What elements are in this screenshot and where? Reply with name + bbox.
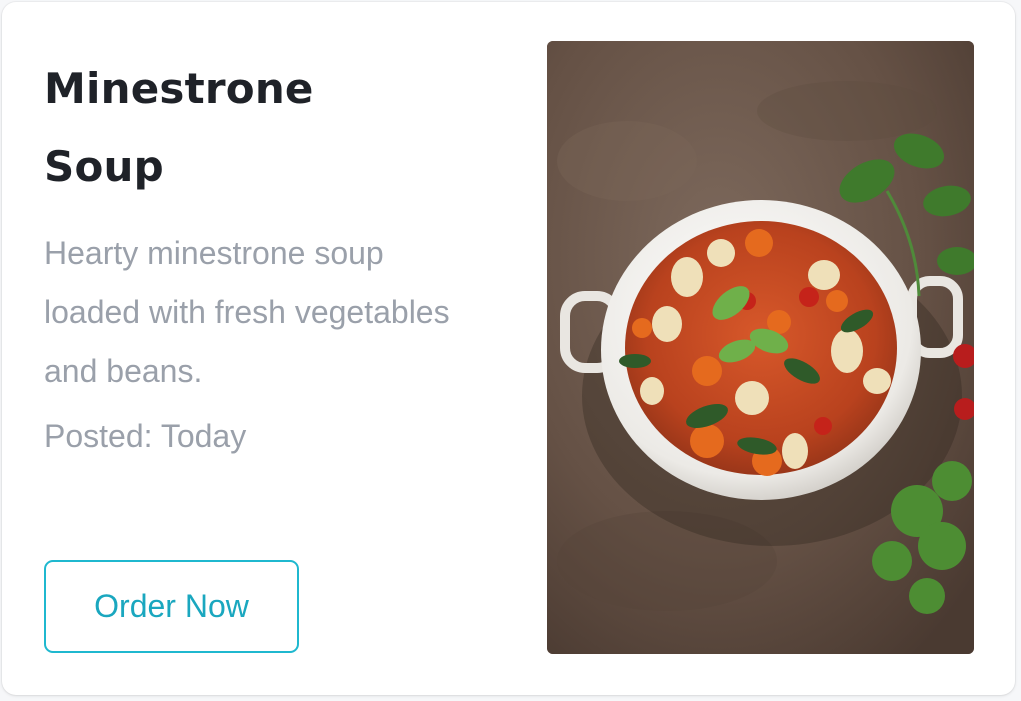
- recipe-card: Minestrone Soup Hearty minestrone soup l…: [2, 2, 1015, 695]
- recipe-description: Hearty minestrone soup loaded with fresh…: [44, 235, 450, 389]
- minestrone-soup-photo: [547, 41, 974, 654]
- posted-date: Posted: Today: [44, 418, 247, 454]
- card-text-column: Minestrone Soup Hearty minestrone soup l…: [44, 50, 514, 456]
- recipe-title: Minestrone Soup: [44, 64, 314, 191]
- order-now-button[interactable]: Order Now: [44, 560, 299, 653]
- soup-illustration: [547, 41, 974, 654]
